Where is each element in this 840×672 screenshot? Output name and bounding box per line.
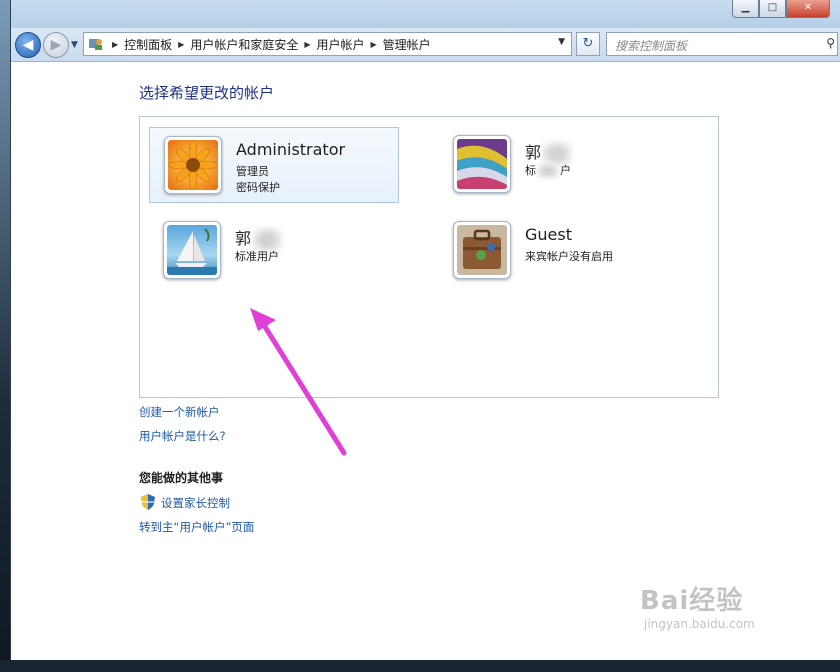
back-arrow-icon: ◀ [22, 37, 34, 53]
privacy-blur [536, 163, 560, 179]
chevron-right-icon: ▶ [370, 39, 377, 49]
suitcase-icon [457, 225, 507, 275]
baidu-watermark: Bai经验 jingyan.baidu.com [640, 580, 755, 631]
search-input[interactable]: 搜索控制面板 ⚲ [606, 32, 838, 56]
flower-icon [168, 140, 218, 190]
watermark-url: jingyan.baidu.com [644, 617, 755, 631]
chevron-down-icon[interactable]: ▼ [558, 37, 565, 47]
account-type-text: 标 [525, 164, 536, 177]
breadcrumb-control-panel[interactable]: 控制面板 [124, 36, 172, 53]
create-account-link[interactable]: 创建一个新帐户 [139, 404, 220, 420]
avatar [453, 135, 511, 193]
address-toolbar: ◀ ▶ ▼ ▶ 控制面板 ▶ 用户帐户和家庭安全 ▶ 用户帐户 ▶ 管理帐户 ▼… [11, 28, 840, 62]
maximize-button[interactable]: □ [759, 0, 786, 18]
address-bar[interactable]: ▶ 控制面板 ▶ 用户帐户和家庭安全 ▶ 用户帐户 ▶ 管理帐户 ▼ [83, 32, 572, 56]
control-panel-window: ▁ □ ✕ ◀ ▶ ▼ ▶ 控制面板 ▶ 用户帐户和家庭安全 ▶ 用户帐户 ▶ … [10, 0, 840, 662]
account-type: 管理员 [236, 165, 269, 178]
chevron-right-icon: ▶ [304, 39, 311, 49]
forward-arrow-icon: ▶ [50, 37, 62, 53]
recent-pages-dropdown[interactable]: ▼ [71, 40, 78, 50]
account-name: Guest [525, 225, 572, 244]
chevron-right-icon: ▶ [178, 39, 185, 49]
account-name-text: 郭 [525, 143, 542, 162]
main-content: 选择希望更改的帐户 Administrator 管理员 密码保护 郭 标 户 郭… [11, 62, 840, 662]
other-tasks-heading: 您能做的其他事 [139, 471, 224, 485]
account-status: 密码保护 [236, 181, 280, 194]
breadcrumb-user-accounts[interactable]: 用户帐户 [317, 36, 365, 53]
account-name-text: 郭 [235, 229, 252, 248]
account-obscured-1[interactable]: 郭 标户 [439, 127, 689, 203]
close-button[interactable]: ✕ [786, 0, 830, 18]
title-bar: ▁ □ ✕ [11, 0, 840, 28]
fabric-icon [457, 139, 507, 189]
avatar [164, 136, 222, 194]
sailboat-icon [167, 225, 217, 275]
chevron-right-icon: ▶ [112, 39, 119, 49]
breadcrumb-user-accounts-family[interactable]: 用户帐户和家庭安全 [190, 36, 298, 53]
account-administrator[interactable]: Administrator 管理员 密码保护 [149, 127, 399, 203]
minimize-button[interactable]: ▁ [732, 0, 759, 18]
goto-main-user-accounts-link[interactable]: 转到主“用户帐户”页面 [139, 519, 254, 535]
breadcrumb-manage-accounts[interactable]: 管理帐户 [383, 36, 431, 53]
account-type-suffix: 户 [560, 164, 571, 177]
parental-controls-link[interactable]: 设置家长控制 [161, 495, 230, 511]
page-title: 选择希望更改的帐户 [139, 84, 275, 102]
avatar [163, 221, 221, 279]
refresh-button[interactable]: ↻ [576, 32, 600, 56]
account-name: Administrator [236, 140, 346, 159]
search-icon[interactable]: ⚲ [826, 36, 835, 50]
caption-buttons: ▁ □ ✕ [732, 0, 830, 18]
account-status: 来宾帐户没有启用 [525, 250, 613, 263]
refresh-icon: ↻ [582, 36, 594, 51]
avatar [453, 221, 511, 279]
account-list: Administrator 管理员 密码保护 郭 标 户 郭 标准用户 Gues… [139, 116, 719, 398]
account-guest[interactable]: Guest 来宾帐户没有启用 [439, 213, 689, 289]
control-panel-icon [86, 34, 106, 54]
uac-shield-icon [141, 494, 155, 510]
taskbar-strip [0, 660, 840, 672]
account-type: 标户 [525, 162, 571, 179]
desktop-background [0, 0, 10, 672]
back-button[interactable]: ◀ [15, 32, 41, 58]
forward-button[interactable]: ▶ [43, 32, 69, 58]
account-obscured-2[interactable]: 郭 标准用户 [149, 213, 399, 289]
search-placeholder: 搜索控制面板 [615, 39, 688, 53]
what-is-account-link[interactable]: 用户帐户是什么? [139, 428, 226, 444]
watermark-logo: Bai经验 [640, 586, 744, 616]
account-type: 标准用户 [235, 250, 279, 263]
